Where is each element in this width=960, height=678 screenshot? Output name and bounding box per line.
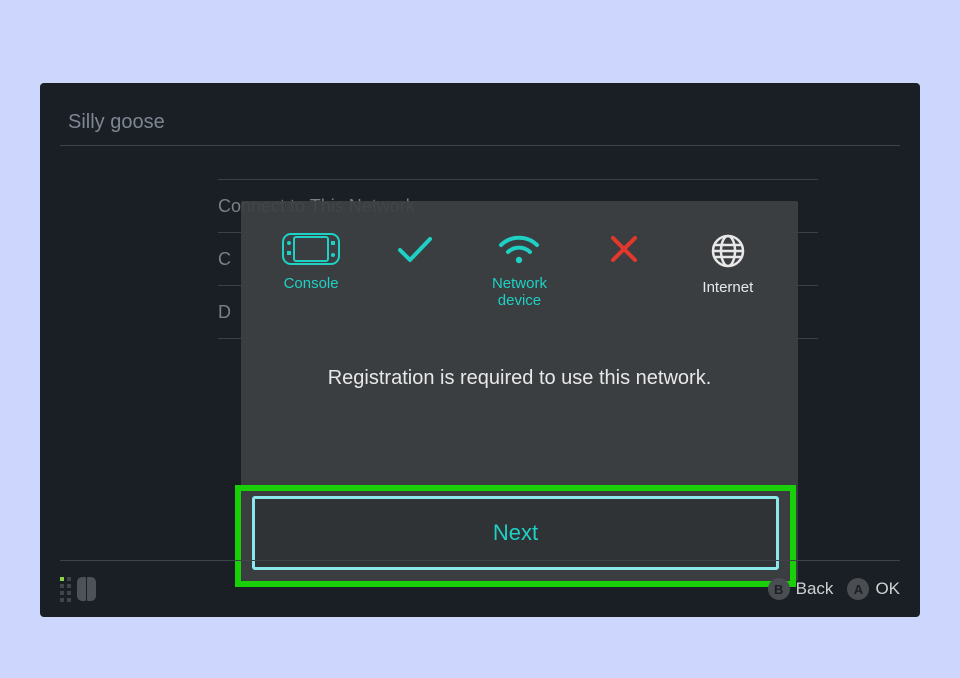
registration-dialog: Console Network device xyxy=(241,201,798,581)
console-status: Console xyxy=(261,233,361,292)
console-icon xyxy=(282,233,340,265)
screen-header: Silly goose xyxy=(60,91,900,146)
next-button-label: Next xyxy=(493,520,538,546)
globe-icon xyxy=(710,233,746,269)
button-hints: B Back A OK xyxy=(768,578,900,600)
internet-label: Internet xyxy=(702,279,753,296)
ok-hint[interactable]: A OK xyxy=(847,578,900,600)
settings-screen: Silly goose Connect to This Network C D xyxy=(40,83,920,617)
x-icon xyxy=(608,233,640,265)
status-icon-row: Console Network device xyxy=(241,225,798,353)
network-to-internet-status xyxy=(574,233,674,265)
network-device-status: Network device xyxy=(469,233,569,309)
internet-status: Internet xyxy=(678,233,778,296)
footer-bar: B Back A OK xyxy=(60,560,900,617)
next-button[interactable]: Next xyxy=(252,496,779,570)
controller-status xyxy=(60,577,96,602)
check-icon xyxy=(395,233,435,265)
wifi-icon xyxy=(497,233,541,265)
page-title: Silly goose xyxy=(68,111,165,134)
dialog-message: Registration is required to use this net… xyxy=(241,367,798,390)
back-hint[interactable]: B Back xyxy=(768,578,834,600)
back-label: Back xyxy=(796,579,834,599)
console-label: Console xyxy=(284,275,339,292)
joycon-icon xyxy=(77,577,96,601)
player-indicator-icon xyxy=(60,577,71,602)
a-button-icon: A xyxy=(847,578,869,600)
console-to-network-status xyxy=(365,233,465,265)
b-button-icon: B xyxy=(768,578,790,600)
ok-label: OK xyxy=(875,579,900,599)
network-device-label: Network device xyxy=(469,275,569,309)
